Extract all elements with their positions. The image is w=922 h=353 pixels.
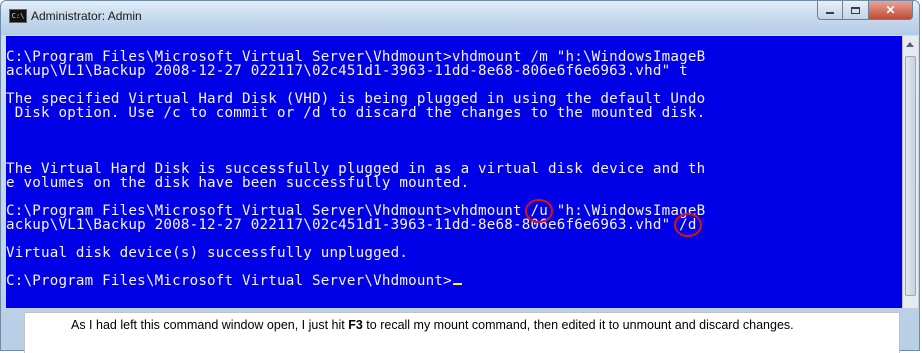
- scroll-thumb[interactable]: [905, 56, 916, 296]
- caption-text: As I had left this command window open, …: [24, 312, 900, 353]
- console-line: ackup\VL1\Backup 2008-12-27 022117\02c45…: [6, 217, 697, 233]
- scroll-up-arrow-icon[interactable]: [906, 42, 914, 47]
- vertical-scrollbar[interactable]: [902, 36, 918, 308]
- maximize-icon: [851, 6, 860, 14]
- console-line: ackup\VL1\Backup 2008-12-27 022117\02c45…: [6, 63, 688, 79]
- console-line: C:\Program Files\Microsoft Virtual Serve…: [6, 203, 706, 219]
- discard-switch-highlight: [674, 213, 702, 237]
- console-line: The Virtual Hard Disk is successfully pl…: [6, 161, 706, 177]
- caption-text-before: As I had left this command window open, …: [71, 318, 349, 332]
- minimize-button[interactable]: [817, 1, 843, 20]
- console-line: The specified Virtual Hard Disk (VHD) is…: [6, 91, 706, 107]
- maximize-button[interactable]: [843, 1, 869, 20]
- console-output[interactable]: C:\Program Files\Microsoft Virtual Serve…: [6, 36, 902, 308]
- caption-key-f3: F3: [348, 318, 363, 332]
- window-controls: ✕: [817, 1, 913, 21]
- cmd-app-icon[interactable]: C:\: [9, 9, 27, 23]
- console-line: e volumes on the disk have been successf…: [6, 175, 470, 191]
- text-cursor: [452, 283, 462, 285]
- close-icon: ✕: [885, 3, 896, 17]
- close-button[interactable]: ✕: [869, 1, 913, 20]
- minimize-icon: [826, 12, 834, 14]
- console-line: Virtual disk device(s) successfully unpl…: [6, 245, 409, 261]
- console-line: Disk option. Use /c to commit or /d to d…: [6, 105, 706, 121]
- console-line: C:\Program Files\Microsoft Virtual Serve…: [6, 274, 462, 288]
- window-title: Administrator: Admin: [31, 9, 142, 23]
- console-line: C:\Program Files\Microsoft Virtual Serve…: [6, 49, 706, 65]
- unmount-switch-highlight: [525, 199, 553, 223]
- caption-text-after: to recall my mount command, then edited …: [362, 318, 794, 332]
- title-bar[interactable]: C:\ Administrator: Admin ✕: [1, 1, 919, 35]
